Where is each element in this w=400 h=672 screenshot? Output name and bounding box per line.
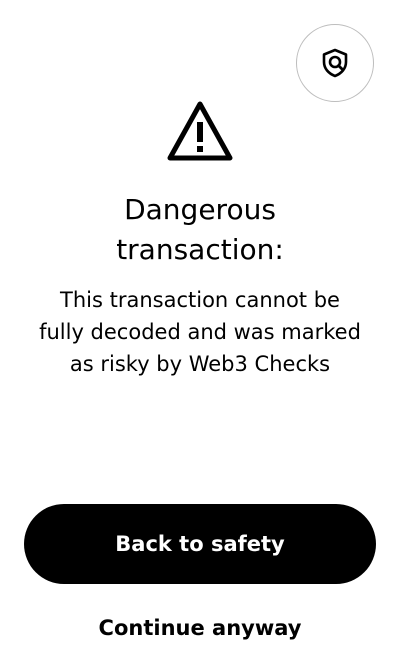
alert-description-line: This transaction cannot be: [60, 288, 340, 312]
alert-title-line: Dangerous: [124, 193, 276, 226]
continue-anyway-link[interactable]: Continue anyway: [0, 610, 400, 646]
alert-title: Dangerous transaction:: [0, 190, 400, 270]
alert-description: This transaction cannot be fully decoded…: [20, 284, 380, 380]
back-to-safety-button[interactable]: Back to safety: [24, 504, 376, 584]
alert-description-line: fully decoded and was marked: [39, 320, 361, 344]
alert-title-line: transaction:: [116, 233, 284, 266]
shield-search-icon: [322, 48, 348, 78]
security-scan-button[interactable]: [296, 24, 374, 102]
alert-description-line: as risky by Web3 Checks: [69, 352, 331, 376]
warning-triangle-icon: [167, 101, 233, 161]
